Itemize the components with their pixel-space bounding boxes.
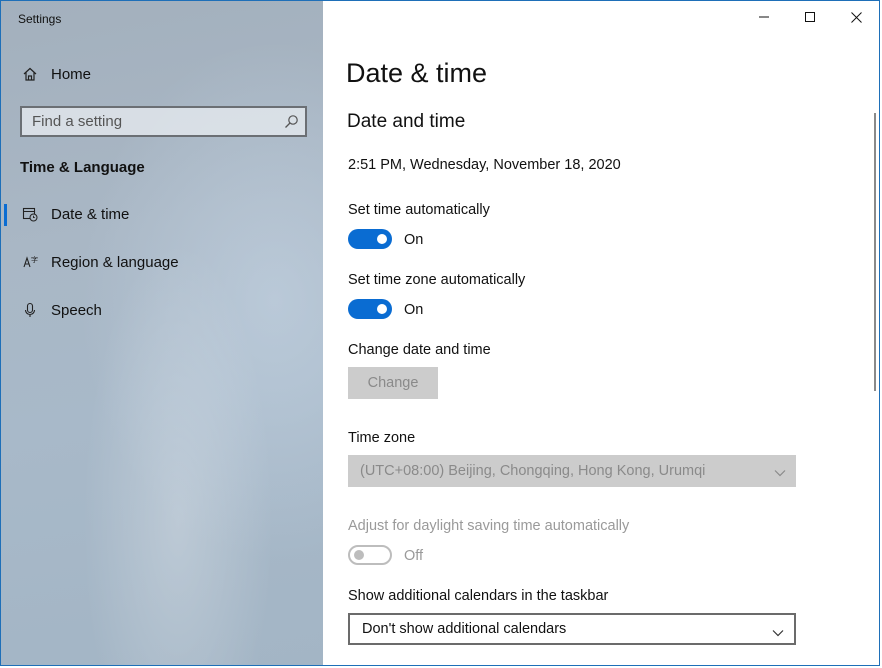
set-time-auto-toggle[interactable] xyxy=(348,229,392,249)
time-zone-dropdown[interactable]: (UTC+08:00) Beijing, Chongqing, Hong Kon… xyxy=(348,455,796,487)
window-controls xyxy=(741,1,879,33)
calendars-value: Don't show additional calendars xyxy=(362,621,567,637)
set-time-auto-state: On xyxy=(404,232,424,248)
daylight-label: Adjust for daylight saving time automati… xyxy=(348,518,630,534)
set-timezone-auto-label: Set time zone automatically xyxy=(348,272,526,288)
main-content: Date & time Date and time 2:51 PM, Wedne… xyxy=(323,1,879,665)
sidebar-item-label: Region & language xyxy=(51,253,179,271)
chevron-down-icon xyxy=(772,625,784,641)
close-button[interactable] xyxy=(833,1,879,33)
microphone-icon xyxy=(21,301,39,319)
set-timezone-auto-state: On xyxy=(404,302,424,318)
sidebar-item-home[interactable]: Home xyxy=(1,54,323,94)
sidebar-item-label: Date & time xyxy=(51,205,130,223)
home-label: Home xyxy=(51,65,92,83)
daylight-state: Off xyxy=(404,548,424,564)
search-icon[interactable] xyxy=(284,114,299,134)
sidebar-item-label: Speech xyxy=(51,301,102,319)
maximize-button[interactable] xyxy=(787,1,833,33)
active-indicator xyxy=(4,204,7,226)
time-zone-value: (UTC+08:00) Beijing, Chongqing, Hong Kon… xyxy=(360,463,706,479)
calendar-clock-icon xyxy=(21,205,39,223)
daylight-toggle[interactable] xyxy=(348,545,392,565)
sidebar-item-speech[interactable]: Speech xyxy=(1,290,323,330)
page-title: Date & time xyxy=(346,58,488,88)
svg-text:字: 字 xyxy=(31,255,38,264)
toggle-knob xyxy=(354,550,364,560)
section-label: Time & Language xyxy=(20,159,145,176)
app-title: Settings xyxy=(18,12,62,26)
chevron-down-icon xyxy=(774,465,786,481)
toggle-knob xyxy=(377,234,387,244)
sidebar: Settings Home Time & Language Date & tim… xyxy=(1,1,323,665)
search-box[interactable] xyxy=(20,106,307,137)
settings-window: Settings Home Time & Language Date & tim… xyxy=(0,0,880,666)
calendars-dropdown[interactable]: Don't show additional calendars xyxy=(348,613,796,645)
scrollbar[interactable] xyxy=(874,113,876,391)
section-title: Date and time xyxy=(347,111,466,132)
minimize-icon xyxy=(759,16,769,18)
change-date-time-label: Change date and time xyxy=(348,342,491,358)
sidebar-item-region-language[interactable]: 字 Region & language xyxy=(1,242,323,282)
maximize-icon xyxy=(805,12,815,22)
time-zone-label: Time zone xyxy=(348,430,416,446)
sidebar-item-date-time[interactable]: Date & time xyxy=(1,194,323,234)
change-button[interactable]: Change xyxy=(348,367,438,399)
set-time-auto-label: Set time automatically xyxy=(348,202,490,218)
home-icon xyxy=(21,65,39,83)
calendars-label: Show additional calendars in the taskbar xyxy=(348,588,609,604)
current-time-text: 2:51 PM, Wednesday, November 18, 2020 xyxy=(348,157,621,173)
close-icon xyxy=(850,11,862,23)
minimize-button[interactable] xyxy=(741,1,787,33)
set-timezone-auto-toggle[interactable] xyxy=(348,299,392,319)
search-input[interactable] xyxy=(22,107,274,136)
toggle-knob xyxy=(377,304,387,314)
language-icon: 字 xyxy=(21,253,39,271)
